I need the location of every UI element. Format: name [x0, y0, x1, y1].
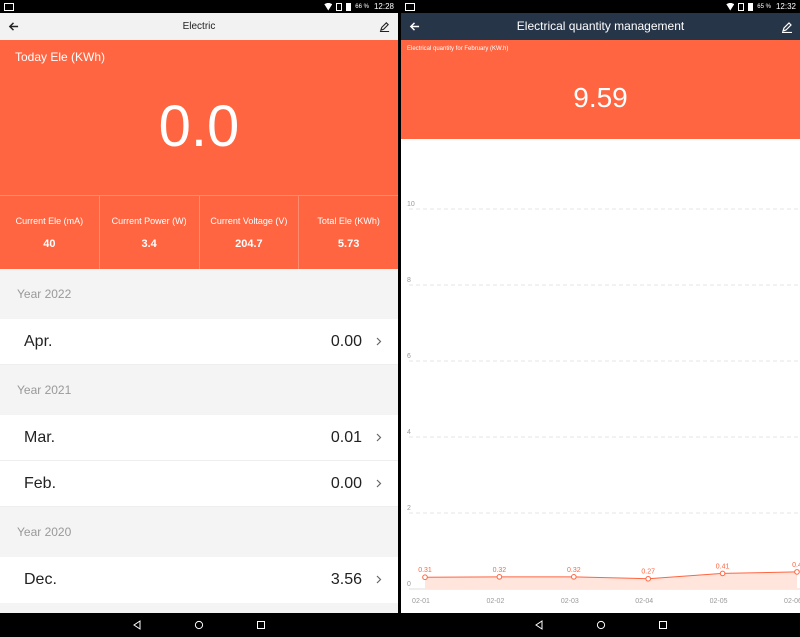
notification-icon	[4, 2, 14, 11]
daily-energy-chart: 0 2 4 6 8 10 0.31 02-01 0.32 02-02 0.32 02-03 0.27 02…	[401, 139, 800, 613]
wifi-icon	[726, 2, 735, 11]
month-row[interactable]: Mar. 0.01	[0, 415, 398, 461]
today-energy-value: 0.0	[158, 94, 240, 159]
monthly-energy-value: 9.59	[573, 82, 628, 113]
battery-percent: 65 %	[757, 3, 771, 10]
data-point	[422, 574, 428, 581]
data-point	[719, 570, 726, 577]
home-nav-icon[interactable]	[194, 620, 204, 630]
no-sim-icon	[336, 2, 343, 11]
data-label: 0.27	[641, 569, 655, 576]
pencil-icon	[379, 22, 390, 32]
month-row[interactable]: Dec. 3.56	[0, 557, 398, 603]
x-tick-label: 02-02	[486, 598, 504, 605]
chart-svg: 0 2 4 6 8 10 0.31 02-01 0.32 02-02 0.32 02-03 0.27 02…	[407, 201, 800, 605]
monthly-list: Year 2022 Apr. 0.00 Year 2021 Mar. 0.01 …	[0, 269, 398, 613]
stat-label: Current Power (W)	[111, 216, 187, 226]
data-point	[496, 574, 503, 580]
notification-icon	[405, 2, 415, 11]
y-tick-label: 6	[407, 353, 411, 360]
stats-row: Current Ele (mA) 40 Current Power (W) 3.…	[0, 195, 398, 269]
stat-value: 204.7	[235, 238, 263, 250]
x-tick-label: 02-06	[784, 598, 800, 605]
back-nav-icon[interactable]	[534, 620, 544, 630]
chevron-right-icon	[376, 479, 382, 488]
wifi-icon	[324, 2, 333, 11]
series-area	[425, 571, 797, 589]
month-label: Mar.	[24, 429, 56, 446]
right-screen: 65 % 12:32 Electrical quantity managemen…	[401, 0, 800, 637]
data-point	[571, 574, 577, 580]
stat-value: 5.73	[337, 238, 360, 250]
stat-current-power: Current Power (W) 3.4	[100, 196, 200, 269]
x-tick-label: 02-03	[561, 598, 579, 605]
y-tick-label: 4	[407, 429, 411, 436]
data-label: 0.41	[716, 563, 730, 570]
month-value: 0.00	[330, 333, 362, 350]
nav-bar	[401, 613, 800, 637]
stat-current-ele: Current Ele (mA) 40	[0, 196, 100, 269]
chevron-right-icon	[376, 337, 382, 346]
y-tick-label: 0	[407, 581, 411, 588]
left-screen: 66 % 12:28 Electric Today Ele (KWh) 0.0 …	[0, 0, 398, 637]
stat-label: Current Ele (mA)	[15, 216, 84, 226]
year-header: Year 2021	[17, 383, 72, 397]
back-nav-icon[interactable]	[132, 620, 142, 630]
top-bar: Electrical quantity management	[401, 13, 800, 40]
edit-button[interactable]	[371, 13, 398, 40]
year-header: Year 2022	[17, 287, 72, 301]
stat-value: 3.4	[141, 238, 157, 250]
y-tick-label: 2	[407, 505, 411, 512]
month-value: 0.01	[330, 429, 362, 446]
y-tick-label: 10	[407, 201, 415, 208]
month-label: Feb.	[24, 475, 57, 492]
data-label: 0.31	[418, 567, 432, 574]
stat-label: Total Ele (KWh)	[317, 216, 380, 226]
month-label: Apr.	[24, 333, 53, 350]
month-value: 0.00	[330, 475, 362, 492]
clock: 12:28	[373, 2, 394, 11]
x-tick-label: 02-01	[412, 598, 430, 605]
stat-current-voltage: Current Voltage (V) 204.7	[200, 196, 300, 269]
battery-icon	[748, 2, 754, 11]
data-label: 0.32	[493, 567, 507, 574]
edit-button[interactable]	[773, 13, 800, 40]
stat-total-ele: Total Ele (KWh) 5.73	[299, 196, 398, 269]
month-value: 3.56	[330, 571, 362, 588]
data-point	[794, 569, 800, 575]
battery-icon	[346, 2, 352, 11]
recents-nav-icon[interactable]	[256, 620, 266, 630]
recents-nav-icon[interactable]	[658, 620, 668, 630]
monthly-energy-panel: Electrical quantity for February (KW.h) …	[401, 40, 800, 139]
month-row[interactable]: Feb. 0.00	[0, 461, 398, 507]
battery-percent: 66 %	[355, 3, 369, 10]
home-nav-icon[interactable]	[596, 620, 606, 630]
pencil-icon	[781, 21, 792, 33]
y-tick-label: 8	[407, 277, 411, 284]
status-bar: 65 % 12:32	[401, 0, 800, 13]
no-sim-icon	[738, 2, 745, 11]
chevron-right-icon	[376, 575, 382, 584]
nav-bar	[0, 613, 398, 637]
today-energy-panel: Today Ele (KWh) 0.0	[0, 40, 398, 195]
month-row[interactable]: Apr. 0.00	[0, 319, 398, 365]
x-tick-label: 02-04	[635, 598, 653, 605]
data-label: 0.32	[567, 567, 581, 574]
data-label: 0.4	[792, 562, 800, 569]
today-energy-label: Today Ele (KWh)	[15, 50, 106, 64]
stat-value: 40	[43, 238, 56, 250]
x-tick-label: 02-05	[710, 598, 728, 605]
month-label: Dec.	[24, 571, 57, 588]
page-title: Electric	[182, 21, 216, 32]
status-bar: 66 % 12:28	[0, 0, 398, 13]
monthly-energy-label: Electrical quantity for February (KW.h)	[407, 46, 509, 52]
chevron-right-icon	[376, 433, 382, 442]
page-title: Electrical quantity management	[516, 19, 685, 33]
year-header: Year 2020	[17, 525, 72, 539]
stat-label: Current Voltage (V)	[210, 216, 288, 226]
top-bar: Electric	[0, 13, 398, 40]
clock: 12:32	[775, 2, 796, 11]
data-point	[645, 575, 651, 582]
